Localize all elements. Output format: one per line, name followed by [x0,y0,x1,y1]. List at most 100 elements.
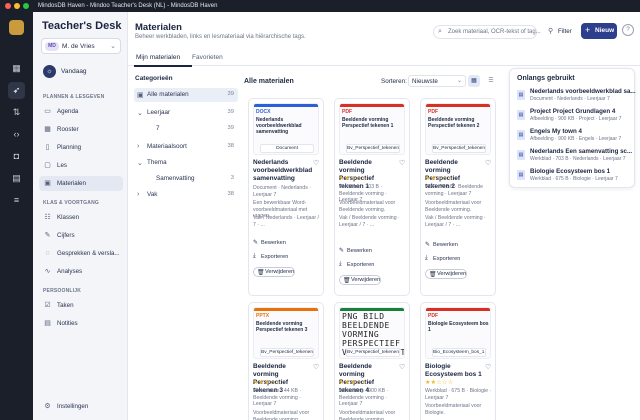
title-bar: MindosDB Haven - Mindoo Teacher's Desk (… [0,0,640,12]
favorite-heart-icon[interactable]: ♡ [485,159,491,167]
nav-today-label: Vandaag [61,68,87,75]
category-count: 3 [230,175,234,181]
sort-select[interactable]: Nieuwste ⌄ [408,75,466,87]
chevron-right-icon: › [137,191,140,198]
new-button[interactable]: + Nieuw [581,23,617,39]
nav-taken[interactable]: ☑ Taken [39,298,123,313]
category-vak[interactable]: › Vak 38 [134,188,238,202]
export-button[interactable]: ⤓ Exporteren [253,252,303,262]
material-card[interactable]: PNG BILD BEELDENDE VORMING PERSPECTIEF V… [334,302,410,420]
edit-label: Bewerken [261,240,286,246]
edit-button[interactable]: ✎ Bewerken [425,240,475,250]
tab-favorieten[interactable]: Favorieten [192,54,223,61]
favorite-heart-icon[interactable]: ♡ [399,159,405,167]
section-personal: PERSOONLIJK [43,288,82,294]
filetype-bar [426,308,490,311]
sort-icon[interactable]: ⇅ [8,104,25,121]
favorite-heart-icon[interactable]: ♡ [313,363,319,371]
delete-button[interactable]: 🗑 Verwijderen [339,275,381,285]
nav-label: Les [57,162,67,169]
favorite-heart-icon[interactable]: ♡ [485,363,491,371]
card-thumbnail: PDF Beeldende vorming Perspectief tekene… [425,103,491,155]
delete-button[interactable]: 🗑 Verwijderen [253,267,295,277]
close-window-button[interactable] [5,3,11,9]
sort-label: Sorteren: [381,78,407,85]
user-selector[interactable]: MD M. de Vries ⌄ [41,38,121,54]
download-icon: ⤓ [339,261,342,267]
material-card[interactable]: DOCX Nederlands voorbeeldwerkblad samenv… [248,98,324,296]
minimize-window-button[interactable] [14,3,20,9]
edit-button[interactable]: ✎ Bewerken [339,246,389,256]
list-view-icon[interactable]: ☰ [485,75,497,87]
tab-mijn-materialen[interactable]: Mijn materialen [136,54,180,61]
category-materiaalsoort[interactable]: › Materiaalsoort 38 [134,140,238,154]
database-icon[interactable]: ▤ [8,170,25,187]
filetype-tag: DOCX [256,109,271,115]
search-icon: ⌕ [438,28,442,35]
nav-gesprekken[interactable]: ◌ Gesprekken & versla... [39,246,123,261]
favorite-heart-icon[interactable]: ♡ [313,159,319,167]
sliders-icon[interactable]: ≡ [8,192,25,209]
recent-item[interactable]: ▤ Engels My town 4 Afbeelding · 900 KB ·… [516,128,632,148]
app-logo [9,20,24,35]
nav-label: Cijfers [57,232,75,239]
dashboard-icon[interactable]: ▦ [8,60,25,77]
nav-cijfers[interactable]: ✎ Cijfers [39,228,123,243]
nav-settings[interactable]: ⚙ Instellingen [39,399,123,414]
delete-button[interactable]: 🗑 Verwijderen [425,269,467,279]
search-input[interactable]: ⌕ Zoek materiaal, OCR-tekst of tag... [433,25,541,39]
card-thumbnail: PNG BILD BEELDENDE VORMING PERSPECTIEF V… [339,307,405,359]
help-icon[interactable]: ? [622,24,634,36]
recent-item[interactable]: ▤ Nederlands Een samenvatting sc... Werk… [516,148,632,168]
recent-item-meta: Document · Nederlands · Leerjaar 7 [530,96,610,102]
recent-item[interactable]: ▤ Project Project Grundlagen 4 Afbeeldin… [516,108,632,128]
material-card[interactable]: PDF Beeldende vorming Perspectief tekene… [334,98,410,296]
category-samenvatting[interactable]: Samenvatting 3 [134,172,238,186]
category-leerjaar-7[interactable]: 7 39 [134,122,238,136]
category-label: Thema [147,159,167,166]
edit-button[interactable]: ✎ Bewerken [253,238,303,248]
calendar-icon: ▭ [44,108,51,115]
category-alle-materialen[interactable]: ▣ Alle materialen 39 [134,88,238,102]
export-button[interactable]: ⤓ Exporteren [425,254,475,264]
rocket-icon[interactable]: ➶ [8,82,25,99]
recent-item[interactable]: ▤ Biologie Ecosysteem bos 1 Werkblad · 6… [516,168,632,188]
nav-klassen[interactable]: ☷ Klassen [39,210,123,225]
grid-view-icon[interactable]: ▦ [468,75,480,87]
recent-item[interactable]: ▤ Nederlands voorbeeldwerkblad sa... Doc… [516,88,636,108]
trash-icon: 🗑 [257,270,265,276]
listing-title: Alle materialen [244,78,294,85]
material-card[interactable]: PDF Beeldende vorming Perspectief tekene… [420,98,496,296]
export-button[interactable]: ⤓ Exporteren [339,260,389,270]
card-tags: Vak / Beeldende vorming · Leerjaar / 7 ·… [425,215,486,228]
filetype-tag: PDF [428,109,438,115]
edit-label: Bewerken [433,242,458,248]
category-leerjaar[interactable]: ⌄ Leerjaar 39 [134,106,238,120]
nav-planning[interactable]: ▯ Planning [39,140,123,155]
nav-rooster[interactable]: ▦ Rooster [39,122,123,137]
nav-les[interactable]: ▢ Les [39,158,123,173]
filter-button[interactable]: ⚲ Filter [544,25,578,39]
rating-stars: ★★★☆☆ [253,380,282,386]
code-icon[interactable]: ‹› [8,126,25,143]
main-content: Materialen Beheer werkbladen, links en l… [128,12,640,420]
maximize-window-button[interactable] [23,3,29,9]
rating-stars: ★★★☆☆ [339,380,368,386]
rating-stars: ★★☆☆☆ [425,176,454,182]
recent-item-name: Engels My town 4 [530,128,582,135]
nav-today[interactable]: ☼ Vandaag [41,64,121,80]
material-card[interactable]: PPTX Beeldende vorming Perspectief teken… [248,302,324,420]
camera-icon[interactable]: ◘ [8,148,25,165]
filetype-tag: PDF [342,109,352,115]
material-card[interactable]: PDF Biologie Ecosysteem bos 1 Bio_Ecosys… [420,302,496,420]
edit-label: Bewerken [347,248,372,254]
nav-analyses[interactable]: ∿ Analyses [39,264,123,279]
nav-materialen[interactable]: ▣ Materialen [39,176,123,191]
users-icon: ☷ [44,214,51,221]
category-thema[interactable]: ⌄ Thema [134,156,238,170]
nav-agenda[interactable]: ▭ Agenda [39,104,123,119]
favorite-heart-icon[interactable]: ♡ [399,363,405,371]
nav-notities[interactable]: ▤ Notities [39,316,123,331]
thumbnail-file: Document [260,144,314,153]
nav-label: Klassen [57,214,80,221]
